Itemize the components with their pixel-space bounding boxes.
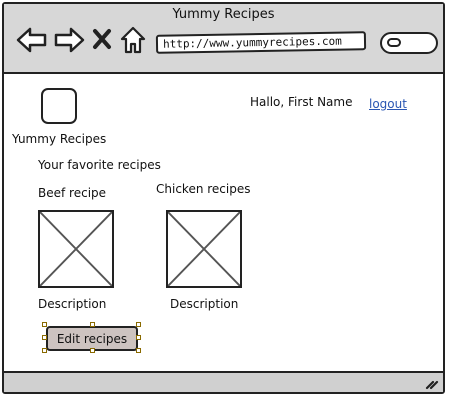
selection-handle[interactable] [42,335,47,340]
section-title: Your favorite recipes [38,158,161,172]
search-icon [387,38,401,47]
search-box[interactable] [380,32,438,54]
image-placeholder-icon [168,212,240,286]
selection-handle[interactable] [136,335,141,340]
selection-handle[interactable] [136,348,141,353]
selection-handle[interactable] [42,348,47,353]
browser-window: Yummy Recipes http://www.yummyrecipes.co… [2,2,445,394]
selection-handle[interactable] [42,322,47,327]
image-placeholder-icon [40,212,112,286]
selection-handle[interactable] [136,322,141,327]
recipe-title: Chicken recipes [156,182,251,196]
window-title: Yummy Recipes [172,7,275,22]
recipe-description: Description [38,297,107,311]
close-x-icon[interactable] [92,28,112,50]
address-bar[interactable]: http://www.yummyrecipes.com [155,31,367,54]
browser-toolbar: Yummy Recipes http://www.yummyrecipes.co… [4,4,443,74]
recipe-description: Description [170,297,239,311]
brand-name: Yummy Recipes [12,132,107,146]
recipe-title: Beef recipe [38,186,107,200]
logout-link[interactable]: logout [369,97,407,111]
home-icon[interactable] [120,26,146,54]
logo-placeholder [41,88,77,124]
recipe-image-placeholder[interactable] [166,210,242,288]
selection-handle[interactable] [90,348,95,353]
greeting-text: Hallo, First Name [250,95,353,109]
back-arrow-icon[interactable] [16,25,48,55]
resize-grip-icon[interactable] [425,376,439,390]
status-bar [4,371,443,392]
forward-arrow-icon[interactable] [53,25,85,55]
selection-handle[interactable] [90,322,95,327]
recipe-image-placeholder[interactable] [38,210,114,288]
